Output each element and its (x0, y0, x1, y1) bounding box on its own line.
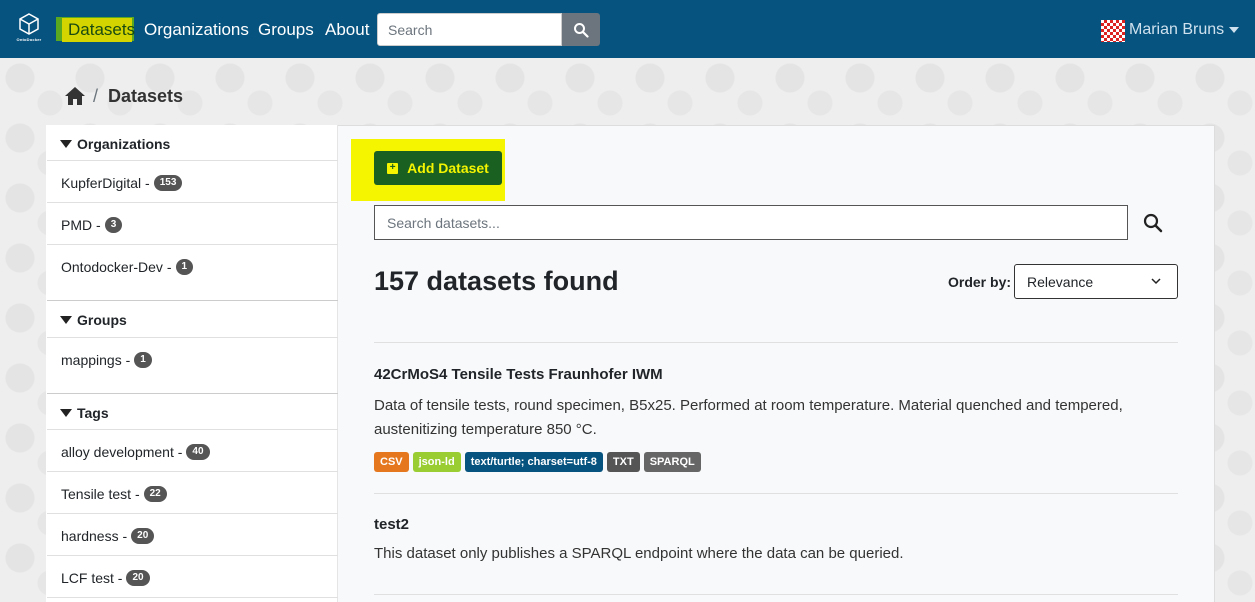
nav-search-input[interactable]: Search (377, 13, 562, 46)
organizations-heading-label: Organizations (77, 136, 171, 152)
format-badge[interactable]: TXT (606, 452, 640, 472)
count-badge: 22 (143, 486, 167, 502)
divider (374, 493, 1178, 494)
sidebar-item-label: Ontodocker-Dev (61, 259, 163, 275)
count-badge: 20 (126, 570, 150, 586)
divider (47, 202, 338, 203)
chevron-down-icon[interactable] (1229, 27, 1239, 33)
divider (47, 597, 338, 598)
dataset-description: Data of tensile tests, round specimen, B… (374, 397, 1123, 438)
dash: - (117, 570, 123, 586)
divider (374, 594, 1178, 595)
user-avatar[interactable] (1101, 20, 1125, 42)
sidebar-item-label: LCF test (61, 570, 114, 586)
home-icon[interactable] (64, 86, 86, 106)
divider (47, 513, 338, 514)
cube-logo-icon (19, 13, 39, 35)
site-logo[interactable]: OntoDocker (12, 12, 46, 46)
organizations-heading: Organizations (60, 136, 170, 152)
results-count-heading: 157 datasets found (374, 266, 619, 296)
breadcrumb-current[interactable]: Datasets (108, 86, 183, 107)
tags-heading: Tags (60, 405, 109, 421)
dataset-search-button[interactable] (1128, 205, 1177, 240)
nav-groups[interactable]: Groups (258, 18, 314, 42)
count-badge: 40 (186, 444, 210, 460)
nav-search-button[interactable] (562, 13, 600, 46)
nav-organizations[interactable]: Organizations (144, 18, 249, 42)
sidebar-item-label: KupferDigital (61, 175, 142, 191)
sidebar-item-alloy-development[interactable]: alloy development - 40 (61, 444, 210, 460)
sidebar-item-label: hardness (61, 528, 119, 544)
search-icon (1143, 213, 1162, 232)
sidebar-item-tensile-test[interactable]: Tensile test - 22 (61, 486, 167, 502)
logo-text: OntoDocker (16, 37, 42, 42)
nav-datasets[interactable]: Datasets (68, 18, 135, 42)
dash: - (145, 175, 150, 191)
sidebar-item-lcf-test[interactable]: LCF test - 20 (61, 570, 150, 586)
sidebar-item-pmd[interactable]: PMD - 3 (61, 217, 123, 233)
divider (47, 160, 338, 161)
tags-heading-label: Tags (77, 405, 109, 421)
sidebar-item-hardness[interactable]: hardness - 20 (61, 528, 155, 544)
groups-heading: Groups (60, 312, 127, 328)
divider (47, 244, 338, 245)
count-badge: 153 (153, 175, 183, 191)
order-by-label: Order by: (948, 274, 1012, 290)
breadcrumb-separator: / (93, 86, 99, 106)
count-badge: 1 (134, 352, 152, 368)
dataset-description: This dataset only publishes a SPARQL end… (374, 545, 904, 562)
count-badge: 20 (131, 528, 155, 544)
add-dataset-label: Add Dataset (407, 160, 489, 176)
chevron-down-icon[interactable] (1150, 275, 1162, 287)
sidebar-item-mappings[interactable]: mappings - 1 (61, 352, 152, 368)
divider (47, 429, 338, 430)
dataset-title[interactable]: test2 (374, 516, 409, 533)
divider (47, 300, 338, 301)
divider (47, 337, 338, 338)
format-badge[interactable]: CSV (374, 452, 409, 472)
dash: - (177, 444, 183, 460)
sidebar-item-label: PMD (61, 217, 93, 233)
sidebar-item-kupferdigital[interactable]: KupferDigital - 153 (61, 175, 183, 191)
dash: - (134, 486, 140, 502)
search-icon (574, 22, 589, 38)
sidebar-item-label: alloy development (61, 444, 174, 460)
count-badge: 1 (175, 259, 194, 275)
count-badge: 3 (104, 217, 123, 233)
groups-heading-label: Groups (77, 312, 127, 328)
dataset-title[interactable]: 42CrMoS4 Tensile Tests Fraunhofer IWM (374, 366, 663, 383)
filter-icon (60, 409, 72, 417)
user-name[interactable]: Marian Bruns (1129, 19, 1224, 41)
filter-icon (60, 316, 72, 324)
dash: - (122, 528, 128, 544)
sidebar-item-label: Tensile test (61, 486, 132, 502)
divider (47, 555, 338, 556)
divider (374, 342, 1178, 343)
format-badges: CSV json-ld text/turtle; charset=utf-8 T… (374, 452, 701, 472)
format-badge[interactable]: json-ld (412, 452, 461, 472)
divider (47, 393, 338, 394)
divider (47, 471, 338, 472)
add-dataset-button[interactable]: + Add Dataset (374, 151, 502, 185)
dash: - (166, 259, 172, 275)
dash: - (96, 217, 101, 233)
nav-about[interactable]: About (325, 18, 369, 42)
filter-icon (60, 140, 72, 148)
dash: - (125, 352, 131, 368)
sidebar-item-label: mappings (61, 352, 122, 368)
format-badge[interactable]: text/turtle; charset=utf-8 (464, 452, 603, 472)
format-badge[interactable]: SPARQL (643, 452, 701, 472)
plus-square-icon: + (387, 162, 399, 174)
sidebar-item-ontodocker-dev[interactable]: Ontodocker-Dev - 1 (61, 259, 194, 275)
dataset-search-input[interactable]: Search datasets... (374, 205, 1128, 240)
